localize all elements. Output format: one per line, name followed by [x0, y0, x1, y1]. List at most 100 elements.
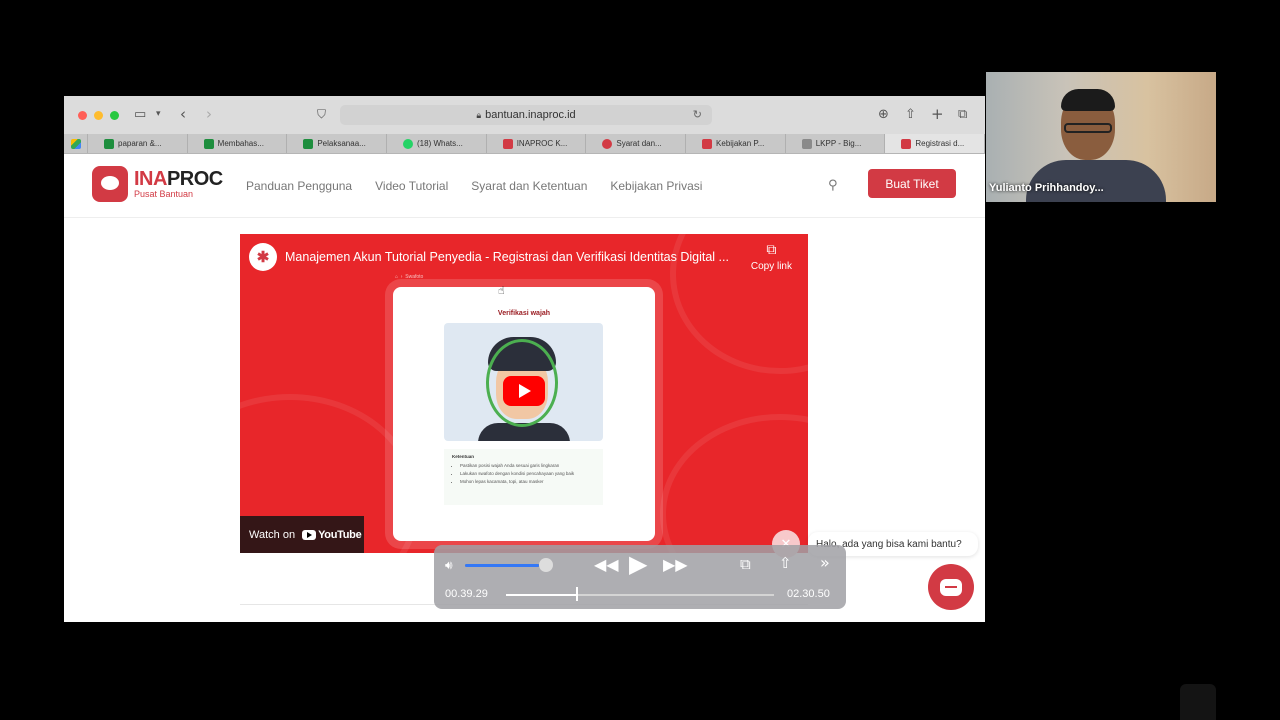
tab-label: Membahas...	[217, 139, 264, 148]
pointer-cursor-icon: ☝	[498, 284, 505, 297]
download-icon[interactable]: ⊕	[878, 107, 889, 122]
tab-label: LKPP - Big...	[815, 139, 862, 148]
volume-slider[interactable]	[465, 564, 547, 567]
total-time: 02.30.50	[787, 588, 830, 600]
browser-tab[interactable]: INAPROC K...	[487, 134, 587, 153]
rules-box: Ketentuan Pastikan posisi wajah Anda ses…	[444, 449, 603, 505]
browser-tab[interactable]: (18) Whats...	[387, 134, 487, 153]
url-text: bantuan.inaproc.id	[485, 109, 576, 121]
volume-level	[465, 564, 539, 567]
address-bar[interactable]: 🔒︎ bantuan.inaproc.id ↻	[340, 105, 712, 125]
scrubber[interactable]	[506, 594, 774, 596]
video-breadcrumb: ⌂ › Swafoto	[395, 274, 424, 280]
main-nav: Panduan Pengguna Video Tutorial Syarat d…	[246, 179, 702, 193]
logo-proc: PROC	[166, 168, 223, 190]
nav-video-tutorial[interactable]: Video Tutorial	[375, 179, 448, 193]
more-options-icon[interactable]: »	[820, 553, 830, 572]
copy-link-button[interactable]: ⧉ Copy link	[751, 242, 792, 272]
current-time: 00.39.29	[445, 588, 488, 600]
shield-icon[interactable]: ⛉	[317, 107, 326, 122]
lock-icon: 🔒︎	[476, 109, 482, 120]
person-hair	[1061, 89, 1115, 111]
progress-fill	[506, 594, 576, 596]
chat-icon	[940, 578, 962, 596]
volume-icon[interactable]: 🔊︎	[445, 558, 453, 573]
corner-widget[interactable]	[1180, 684, 1216, 720]
tab-label: paparan &...	[118, 139, 162, 148]
rule-item: Lakukan swafoto dengan kondisi pencahaya…	[460, 471, 595, 476]
browser-tab[interactable]: Syarat dan...	[586, 134, 687, 153]
verification-card: Verifikasi wajah Ketentuan Pastikan posi…	[393, 287, 655, 541]
inaproc-icon	[702, 138, 713, 149]
close-window-button[interactable]	[78, 110, 87, 120]
browser-tab-active[interactable]: Registrasi d...	[885, 134, 985, 153]
play-video-button[interactable]	[503, 376, 545, 406]
new-tab-icon[interactable]: +	[931, 105, 944, 123]
buat-tiket-button[interactable]: Buat Tiket	[868, 169, 956, 198]
browser-window: ▭ ▾ ‹ › ⛉ 🔒︎ bantuan.inaproc.id ↻ ⊕ ⇧ + …	[64, 96, 985, 622]
watch-on-label: Watch on	[249, 528, 296, 541]
maximize-window-button[interactable]	[110, 110, 119, 120]
screen: ▭ ▾ ‹ › ⛉ 🔒︎ bantuan.inaproc.id ↻ ⊕ ⇧ + …	[0, 0, 1280, 720]
inaproc-logo[interactable]: INAPROC Pusat Bantuan	[92, 166, 223, 202]
chat-launcher-button[interactable]	[928, 564, 974, 610]
logo-subtitle: Pusat Bantuan	[134, 189, 194, 199]
browser-tab[interactable]: paparan &...	[88, 134, 188, 153]
browser-tab[interactable]: Pelaksanaa...	[287, 134, 388, 153]
tab-overview-icon[interactable]: ⧉	[958, 107, 967, 122]
card-title: Verifikasi wajah	[497, 310, 551, 317]
copy-link-label: Copy link	[750, 261, 792, 272]
tab-label: Pelaksanaa...	[317, 139, 366, 148]
whatsapp-icon	[403, 138, 414, 149]
inaproc-icon	[502, 138, 513, 149]
playhead[interactable]	[576, 587, 578, 601]
sheets-icon	[104, 138, 114, 149]
youtube-play-icon	[302, 529, 317, 540]
tab-label: (18) Whats...	[417, 139, 463, 148]
volume-knob[interactable]	[539, 558, 553, 572]
browser-tab[interactable]: LKPP - Big...	[786, 134, 886, 153]
face-frame	[444, 323, 603, 441]
nav-kebijakan-privasi[interactable]: Kebijakan Privasi	[610, 179, 702, 193]
share-icon[interactable]: ⇧	[779, 554, 792, 572]
breadcrumb-label: Swafoto	[405, 274, 424, 280]
sidebar-icon[interactable]: ▭	[134, 107, 146, 122]
rule-item: Mohon lepas kacamata, topi, atau masker	[460, 479, 595, 484]
nav-panduan-pengguna[interactable]: Panduan Pengguna	[246, 179, 352, 193]
google-drive-icon	[70, 138, 81, 149]
browser-tab[interactable]: Membahas...	[188, 134, 288, 153]
youtube-label: YouTube	[318, 528, 362, 541]
chevron-down-icon[interactable]: ▾	[156, 109, 161, 119]
share-icon[interactable]: ⇧	[905, 107, 916, 122]
webcam-feed: Yulianto Prihhandoy...	[986, 72, 1216, 202]
minimize-window-button[interactable]	[94, 110, 103, 120]
forward-icon[interactable]: ›	[206, 105, 212, 123]
play-icon[interactable]: ▶	[629, 550, 647, 578]
person-body	[1026, 160, 1166, 202]
watch-on-youtube-button[interactable]: Watch on YouTube	[240, 516, 364, 553]
tab-label: INAPROC K...	[516, 139, 568, 148]
browser-tab[interactable]: Kebijakan P...	[686, 134, 786, 153]
browser-toolbar: ▭ ▾ ‹ › ⛉ 🔒︎ bantuan.inaproc.id ↻ ⊕ ⇧ + …	[64, 96, 985, 134]
channel-avatar[interactable]: ✱	[249, 243, 277, 271]
search-icon[interactable]: ⚲	[828, 178, 838, 193]
rewind-icon[interactable]: ◀◀	[594, 555, 619, 574]
tab-label: Registrasi d...	[915, 139, 965, 148]
rules-heading: Ketentuan	[452, 454, 475, 459]
fast-forward-icon[interactable]: ▶▶	[663, 555, 688, 574]
video-title[interactable]: Manajemen Akun Tutorial Penyedia - Regis…	[285, 250, 729, 264]
inaproc-icon	[602, 138, 613, 149]
bigbook-icon	[801, 138, 812, 149]
logo-ina: INA	[134, 168, 167, 190]
nav-syarat-ketentuan[interactable]: Syarat dan Ketentuan	[471, 179, 587, 193]
window-controls	[78, 110, 119, 120]
reload-icon[interactable]: ↻	[693, 108, 702, 121]
sheets-icon	[303, 138, 314, 149]
tab-label: Syarat dan...	[616, 139, 662, 148]
picture-in-picture-icon[interactable]: ⧉	[740, 555, 751, 573]
back-icon[interactable]: ‹	[180, 105, 186, 123]
tab-drive[interactable]	[64, 134, 88, 153]
tab-label: Kebijakan P...	[716, 139, 765, 148]
copy-icon: ⧉	[766, 242, 777, 258]
youtube-embed[interactable]: ✱ Manajemen Akun Tutorial Penyedia - Reg…	[240, 234, 808, 553]
